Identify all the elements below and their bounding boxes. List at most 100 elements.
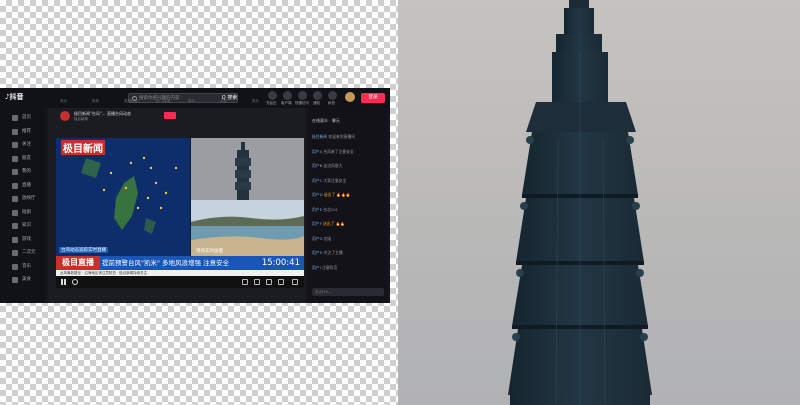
sidebar-item[interactable]: 朋友 xyxy=(12,155,42,163)
topbar-label-message: 私信 xyxy=(328,101,335,105)
chat-text: 这边风很大 xyxy=(323,163,343,168)
gift-icon[interactable] xyxy=(242,279,248,285)
chat-text: 送出了 🔥🔥 xyxy=(323,221,346,226)
chat-username[interactable]: 用户E xyxy=(312,207,322,212)
news-ticker: 极目直播 提前预警台风"凯米" 多地风浪增强 注意安全 15:00:41 xyxy=(56,256,304,270)
nav-tab[interactable]: 娱乐 xyxy=(188,99,195,104)
user-avatar[interactable] xyxy=(345,92,355,102)
chat-username[interactable]: 用户C xyxy=(312,178,322,183)
pause-icon[interactable] xyxy=(61,279,66,285)
sidebar-item-icon xyxy=(12,209,18,216)
sidebar-item[interactable]: 二次元 xyxy=(12,249,42,257)
sidebar-item-icon xyxy=(12,196,18,202)
nav-tab[interactable]: 热门直播 xyxy=(156,99,170,104)
fullscreen-icon[interactable] xyxy=(292,279,298,285)
chat-message: 用户C 大家注意安全 xyxy=(312,178,346,184)
player-controls xyxy=(56,276,304,288)
sidebar-item-label: 二次元 xyxy=(22,250,36,255)
chat-username[interactable]: 用户G xyxy=(312,236,323,241)
coast-caption: 现场实时画面 xyxy=(196,249,223,254)
nav-tab[interactable]: 更多 xyxy=(252,99,259,104)
chat-username[interactable]: 极目新闻 xyxy=(312,134,327,139)
sidebar-item[interactable]: 直播 xyxy=(12,182,42,190)
chat-message: 极目新闻 欢迎来到直播间 xyxy=(312,134,355,140)
nav-tab[interactable]: 游戏 xyxy=(220,99,227,104)
chat-username[interactable]: 用户F xyxy=(312,221,322,226)
streamer-row: 极目新闻"台风"… 直播台风动态 极目新闻 首页 推荐 直播精选 热门直播 娱乐 游戏 更多 xyxy=(48,99,305,134)
typhoon-map: 极目新闻 xyxy=(56,138,190,256)
sidebar-item[interactable]: 首页 xyxy=(12,114,42,122)
chat-username[interactable]: 用户A xyxy=(312,149,322,154)
chat-username[interactable]: 用户D xyxy=(312,192,323,197)
streamer-avatar[interactable] xyxy=(60,111,70,121)
volume-icon[interactable] xyxy=(254,279,260,285)
danmaku-icon[interactable] xyxy=(266,279,272,285)
nav-tab[interactable]: 推荐 xyxy=(92,99,99,104)
chat-message: 用户F 送出了 🔥🔥 xyxy=(312,221,345,227)
sidebar-item-icon xyxy=(12,128,18,135)
sidebar-item[interactable]: 音乐 xyxy=(12,263,42,271)
sidebar-item[interactable]: 短剧 xyxy=(12,209,42,217)
sidebar-item-icon xyxy=(12,169,18,175)
sidebar-item[interactable]: 我的 xyxy=(12,168,42,176)
chat-message: 用户H 关注了主播 xyxy=(312,250,343,256)
live-video[interactable]: 极目新闻 台风动态追踪实时直播 现场实时画面 极目直播 提前预警台风"凯米" 多… xyxy=(56,138,304,288)
chat-text: 欢迎来到直播间 xyxy=(328,134,355,139)
diamond-icon[interactable] xyxy=(268,91,277,100)
chat-text: 台风来了注意安全 xyxy=(323,148,354,154)
message-icon[interactable] xyxy=(328,91,337,100)
sidebar-item[interactable]: 美食 xyxy=(12,276,42,284)
sidebar-item-label: 首页 xyxy=(22,115,31,120)
sidebar-item-icon xyxy=(12,223,18,229)
sidebar-item[interactable]: 关注 xyxy=(12,141,42,149)
refresh-icon[interactable] xyxy=(72,279,78,285)
map-graphic xyxy=(81,156,178,234)
streamer-subtitle: 极目新闻 xyxy=(74,117,88,121)
sidebar-item-icon xyxy=(12,236,18,243)
chat-message: 用户A 台风来了注意安全 xyxy=(312,149,354,155)
sidebar-item-label: 直播 xyxy=(22,182,31,188)
live-main: 极目新闻"台风"… 直播台风动态 极目新闻 首页 推荐 直播精选 热门直播 娱乐 游戏 更多 xyxy=(48,99,305,303)
douyin-live-screenshot: ♪抖音 搜索你感兴趣的内容 Q 搜索 充钻石 客户端 快捷访问 通知 私信 登录… xyxy=(0,88,390,303)
sidebar-item-icon xyxy=(12,250,18,256)
chat-header: 在线观众 · 聊天 xyxy=(312,118,340,123)
sidebar-item[interactable]: 放映厅 xyxy=(12,195,42,203)
chat-message: 用户E 台北101 xyxy=(312,207,338,213)
sidebar-item-icon xyxy=(12,155,18,162)
topbar-label-shortcut: 快捷访问 xyxy=(295,101,309,105)
sidebar-item-icon xyxy=(12,142,18,148)
settings-icon[interactable] xyxy=(278,279,284,285)
sidebar-item-label: 知识 xyxy=(22,223,31,228)
sidebar-item-icon xyxy=(12,182,18,189)
client-icon[interactable] xyxy=(283,91,292,100)
sidebar-item-icon xyxy=(12,115,18,121)
chat-username[interactable]: 用户H xyxy=(312,250,322,255)
sidebar-item-label: 游戏 xyxy=(22,236,31,242)
chat-message: 用户I 注意防范 xyxy=(312,265,337,271)
chat-username[interactable]: 用户B xyxy=(312,163,322,168)
shortcut-icon[interactable] xyxy=(298,91,307,100)
sidebar-item-label: 音乐 xyxy=(22,263,31,269)
chat-input-placeholder: 说点什么… xyxy=(315,290,333,294)
news-label: 台风动态追踪实时直播 xyxy=(59,247,108,253)
sidebar-item[interactable]: 知识 xyxy=(12,222,42,230)
tower-thumbnail xyxy=(235,142,251,200)
bell-icon[interactable] xyxy=(313,91,322,100)
tower-photo-graphic xyxy=(508,0,652,405)
login-button[interactable]: 登录 xyxy=(361,93,385,103)
ticker-brand: 极目直播 xyxy=(56,256,100,270)
topbar-label-notify: 通知 xyxy=(313,101,320,105)
douyin-logo[interactable]: ♪抖音 xyxy=(5,92,23,102)
chat-text: 注意防范 xyxy=(321,264,338,270)
sidebar-item[interactable]: 推荐 xyxy=(12,128,42,136)
chat-input[interactable]: 说点什么… xyxy=(312,288,384,296)
sidebar-item-icon xyxy=(12,263,18,270)
follow-button[interactable] xyxy=(164,112,176,119)
nav-tab[interactable]: 首页 xyxy=(60,99,67,104)
nav-tab[interactable]: 直播精选 xyxy=(124,99,138,104)
chat-message: 用户D 送出了 🔥🔥🔥 xyxy=(312,192,351,198)
news-logo: 极目新闻 xyxy=(61,140,105,155)
chat-username[interactable]: 用户I xyxy=(312,265,321,270)
ticker-headline: 提前预警台风"凯米" 多地风浪增强 注意安全 xyxy=(102,259,230,267)
sidebar-item[interactable]: 游戏 xyxy=(12,236,42,244)
